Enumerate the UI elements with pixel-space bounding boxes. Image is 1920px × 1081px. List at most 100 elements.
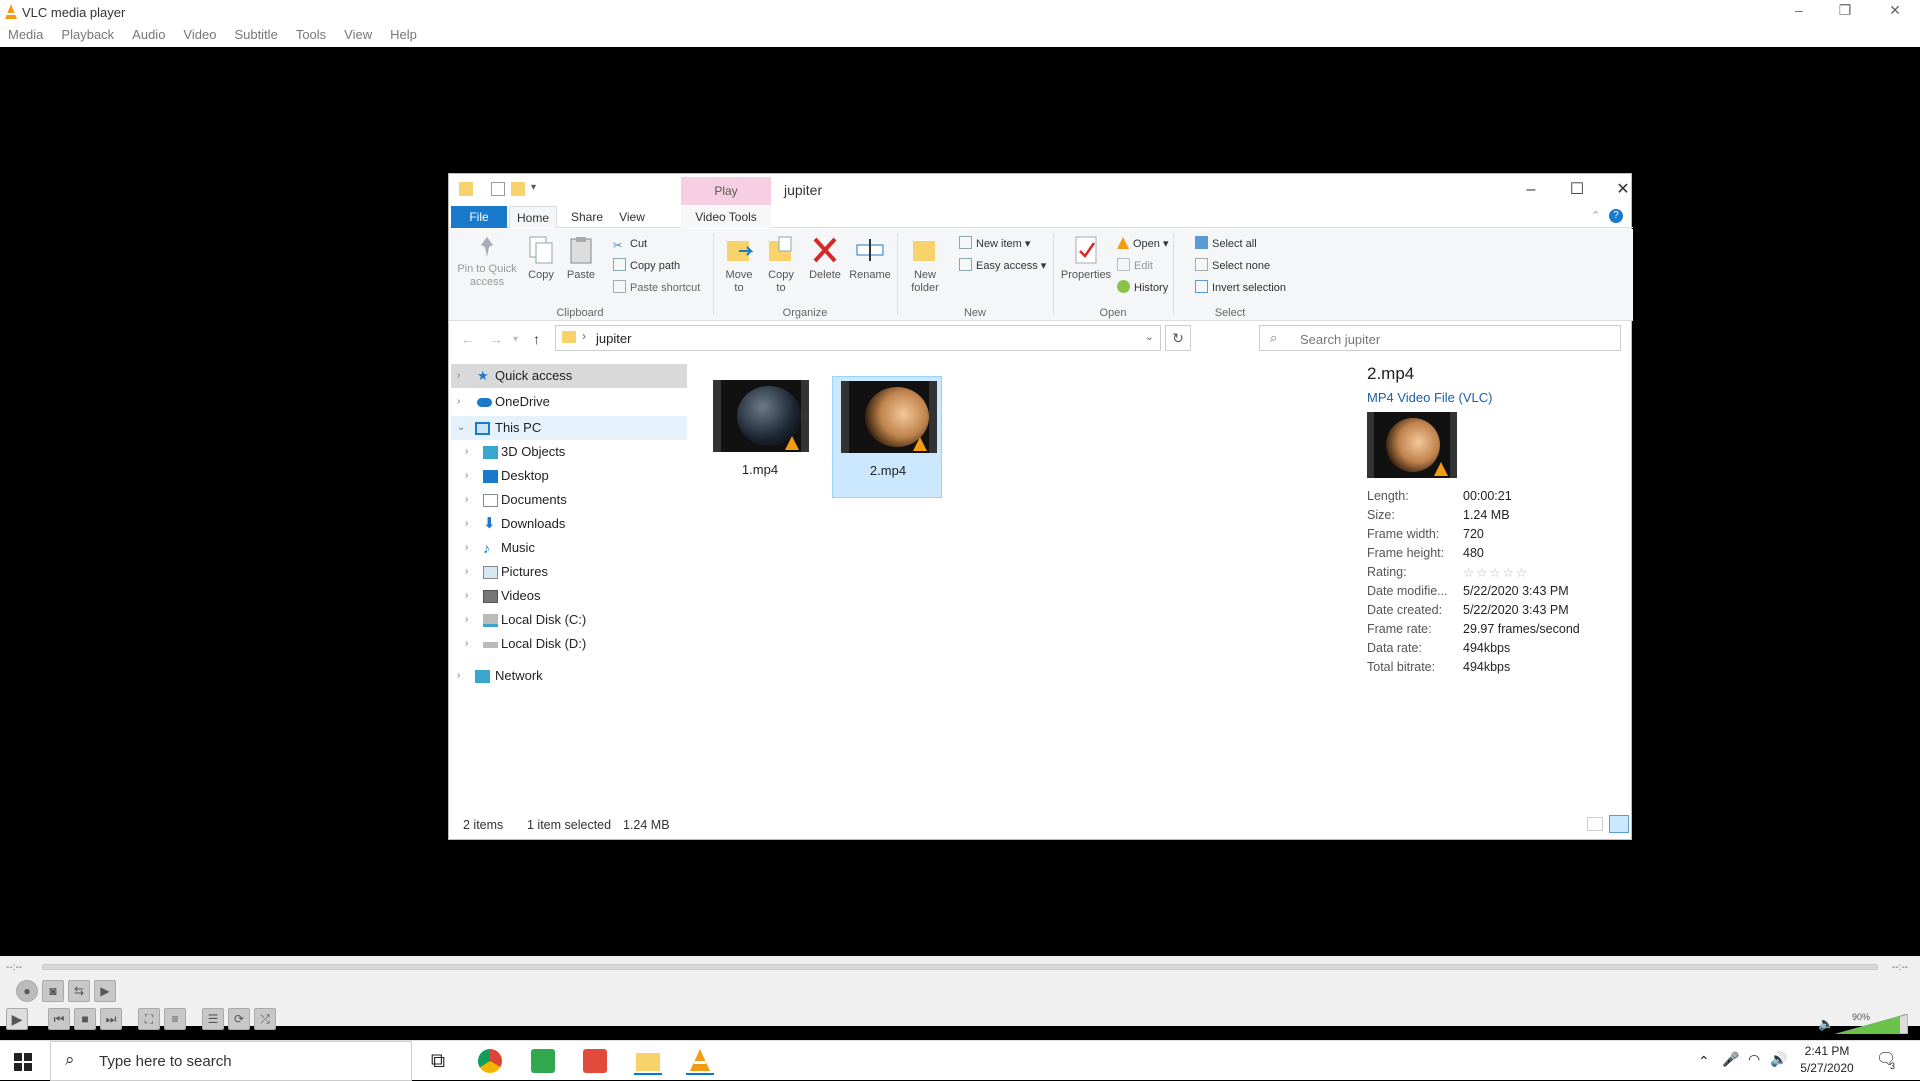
extended-settings-icon[interactable]: ≡ (164, 1008, 186, 1030)
address-path[interactable]: jupiter (596, 331, 631, 346)
chevron-down-icon[interactable]: ⌄ (457, 416, 465, 440)
chevron-right-icon[interactable]: › (465, 632, 468, 656)
chevron-right-icon[interactable]: › (457, 390, 460, 414)
collapse-ribbon-icon[interactable]: ⌃ (1591, 209, 1600, 222)
details-row-rating[interactable]: Rating: ☆☆☆☆☆ (1367, 565, 1627, 584)
address-bar[interactable]: › jupiter ⌄ (555, 325, 1161, 351)
play-icon[interactable]: ▶ (6, 1008, 28, 1030)
select-all-button[interactable]: Select all (1195, 235, 1257, 253)
cut-button[interactable]: ✂ Cut (613, 235, 647, 253)
tab-file[interactable]: File (451, 206, 507, 228)
nav-item-documents[interactable]: › Documents (459, 488, 695, 512)
stop-icon[interactable]: ■ (74, 1008, 96, 1030)
rename-button[interactable]: Rename (847, 235, 893, 282)
windows-start-icon[interactable] (14, 1053, 32, 1071)
nav-item-music[interactable]: › ♪ Music (459, 536, 695, 560)
select-none-button[interactable]: Select none (1195, 257, 1270, 275)
taskbar-search-input[interactable]: ⌕ Type here to search (50, 1041, 412, 1081)
chrome-icon[interactable] (478, 1049, 502, 1073)
speaker-icon[interactable]: 🔈 (1818, 1016, 1834, 1032)
tab-share[interactable]: Share (565, 206, 609, 228)
file-item-1-mp4[interactable]: 1.mp4 (705, 362, 815, 484)
chevron-right-icon[interactable]: › (465, 560, 468, 584)
delete-button[interactable]: Delete (807, 235, 843, 282)
chevron-up-icon[interactable]: ⌃ (1698, 1053, 1710, 1070)
menu-tools[interactable]: Tools (296, 24, 334, 47)
nav-item-this-pc[interactable]: ⌄ This PC (451, 416, 687, 440)
menu-playback[interactable]: Playback (61, 24, 122, 47)
details-view-icon[interactable] (1587, 817, 1603, 831)
fullscreen-icon[interactable]: ⛶ (138, 1008, 160, 1030)
task-view-icon[interactable]: ⧉ (424, 1047, 452, 1075)
rating-stars-icon[interactable]: ☆☆☆☆☆ (1463, 565, 1529, 580)
back-icon[interactable]: ← (461, 331, 475, 347)
menu-media[interactable]: Media (8, 24, 51, 47)
nav-item-3d-objects[interactable]: › 3D Objects (459, 440, 695, 464)
up-icon[interactable]: ↑ (533, 331, 540, 347)
pin-to-quick-access-button[interactable]: Pin to Quick access (455, 235, 519, 289)
chevron-right-icon[interactable]: › (457, 364, 460, 388)
chevron-down-icon[interactable]: ⌄ (1145, 330, 1154, 343)
history-button[interactable]: History (1117, 279, 1168, 297)
previous-icon[interactable]: ⏮ (48, 1008, 70, 1030)
maximize-icon[interactable]: ☐ (1557, 178, 1597, 202)
nav-item-videos[interactable]: › Videos (459, 584, 695, 608)
easy-access-button[interactable]: Easy access ▾ (959, 257, 1046, 275)
nav-item-desktop[interactable]: › Desktop (459, 464, 695, 488)
playlist-icon[interactable]: ☰ (202, 1008, 224, 1030)
recent-locations-icon[interactable]: ▾ (513, 334, 518, 345)
search-input[interactable]: ⌕ Search jupiter (1259, 325, 1621, 351)
nav-item-network[interactable]: › Network (451, 664, 687, 688)
tab-home[interactable]: Home (509, 206, 557, 228)
camtasia-green-icon[interactable] (531, 1049, 555, 1073)
large-icons-view-icon[interactable] (1609, 815, 1629, 833)
file-item-2-mp4[interactable]: 2.mp4 (832, 376, 942, 498)
shuffle-icon[interactable]: ⤮ (254, 1008, 276, 1030)
camtasia-red-icon[interactable] (583, 1049, 607, 1073)
nav-item-local-disk-c[interactable]: › Local Disk (C:) (459, 608, 695, 632)
close-icon[interactable]: ✕ (1603, 178, 1643, 202)
menu-help[interactable]: Help (390, 24, 425, 47)
tab-video-tools[interactable]: Video Tools (681, 206, 771, 228)
chevron-right-icon[interactable]: › (465, 488, 468, 512)
paste-button[interactable]: Paste (563, 235, 599, 282)
tab-view[interactable]: View (611, 206, 653, 228)
nav-item-onedrive[interactable]: › OneDrive (451, 390, 687, 414)
minimize-icon[interactable]: – (1511, 178, 1551, 202)
chevron-right-icon[interactable]: › (465, 440, 468, 464)
microphone-icon[interactable]: 🎤 (1722, 1051, 1739, 1068)
record-icon[interactable]: ● (16, 980, 38, 1002)
invert-selection-button[interactable]: Invert selection (1195, 279, 1286, 297)
properties-button[interactable]: Properties (1059, 235, 1113, 282)
volume-slider[interactable] (1836, 1014, 1908, 1034)
chevron-right-icon[interactable]: › (465, 584, 468, 608)
help-icon[interactable]: ? (1609, 209, 1623, 223)
paste-shortcut-button[interactable]: Paste shortcut (613, 279, 700, 297)
nav-item-local-disk-d[interactable]: › Local Disk (D:) (459, 632, 695, 656)
file-explorer-taskbar-icon[interactable] (634, 1047, 662, 1075)
loop-ab-icon[interactable]: ⇆ (68, 980, 90, 1002)
nav-item-downloads[interactable]: › ⬇ Downloads (459, 512, 695, 536)
move-to-button[interactable]: Move to (721, 235, 757, 295)
chevron-right-icon[interactable]: › (465, 536, 468, 560)
chevron-right-icon[interactable]: › (465, 512, 468, 536)
close-icon[interactable]: ✕ (1880, 2, 1910, 19)
copy-to-button[interactable]: Copy to (763, 235, 799, 295)
menu-subtitle[interactable]: Subtitle (234, 24, 285, 47)
chevron-right-icon[interactable]: › (465, 608, 468, 632)
open-button[interactable]: Open ▾ (1117, 235, 1169, 253)
menu-audio[interactable]: Audio (132, 24, 173, 47)
customize-qat-icon[interactable]: ▾ (531, 182, 545, 196)
properties-qat-icon[interactable] (491, 182, 505, 196)
new-item-button[interactable]: New item ▾ (959, 235, 1030, 253)
copy-button[interactable]: Copy (523, 235, 559, 282)
edit-button[interactable]: Edit (1117, 257, 1153, 275)
clock-time[interactable]: 2:41 PM (1802, 1044, 1852, 1058)
loop-icon[interactable]: ⟳ (228, 1008, 250, 1030)
wifi-icon[interactable]: ◠ (1748, 1051, 1760, 1068)
chevron-right-icon[interactable]: › (465, 464, 468, 488)
nav-item-pictures[interactable]: › Pictures (459, 560, 695, 584)
restore-icon[interactable]: ❐ (1830, 2, 1860, 19)
frame-step-icon[interactable]: ▶ (94, 980, 116, 1002)
snapshot-icon[interactable]: ◙ (42, 980, 64, 1002)
